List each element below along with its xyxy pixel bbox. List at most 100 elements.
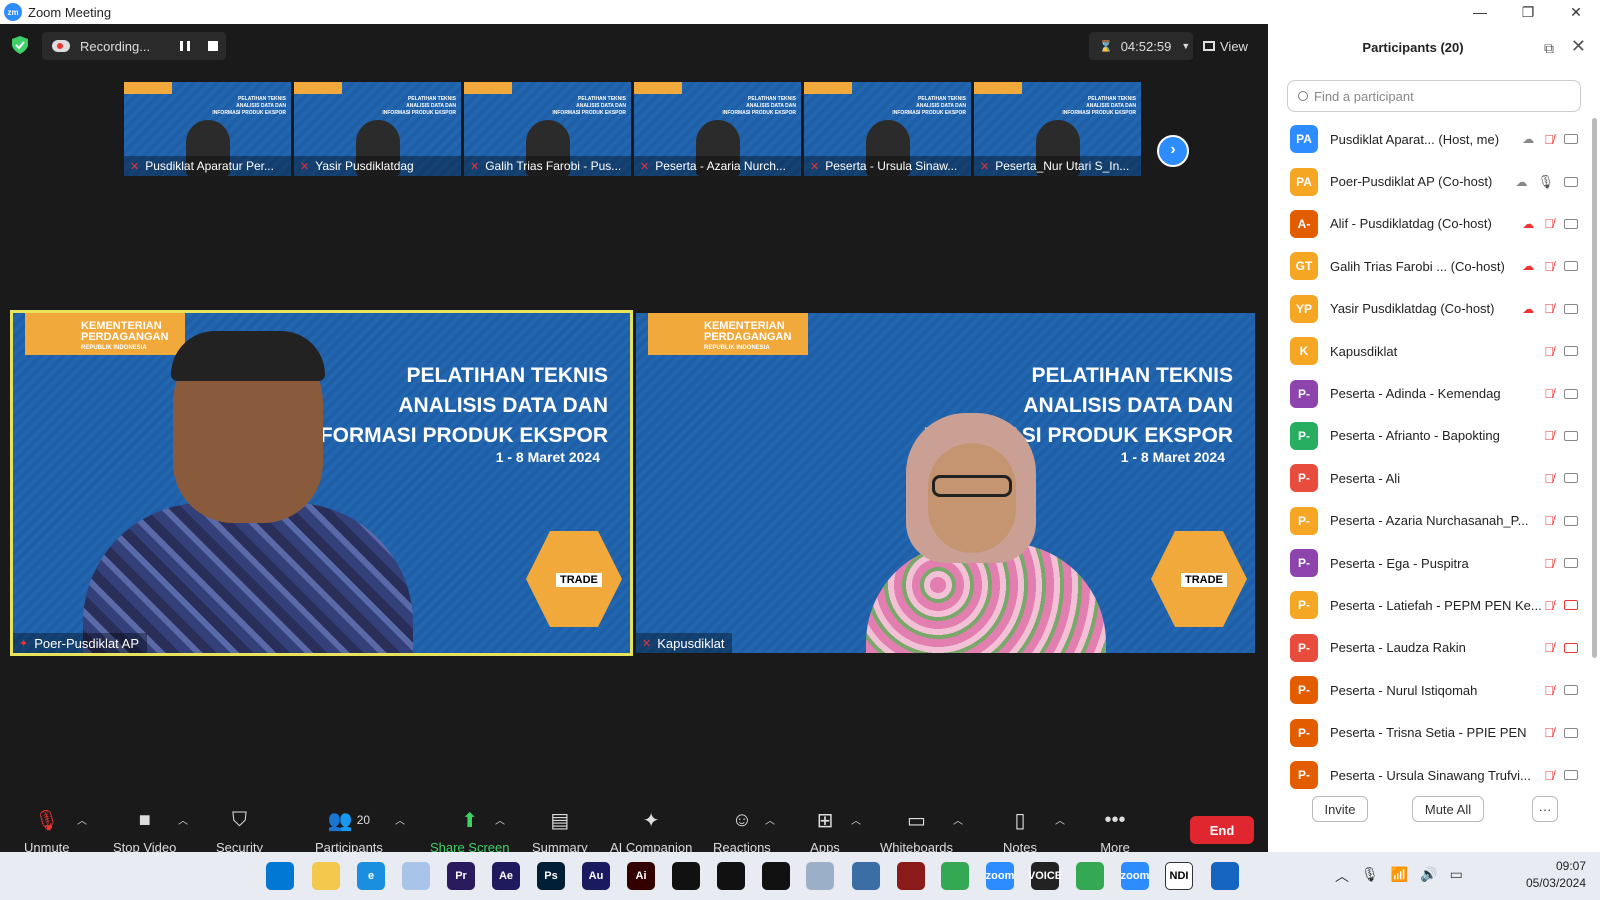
view-button[interactable]: View [1203, 32, 1257, 60]
taskbar-app-icon[interactable] [806, 862, 834, 890]
participant-row[interactable]: P- Peserta - Laudza Rakin 🎙̸ [1268, 627, 1586, 669]
video-on-icon[interactable] [1564, 134, 1578, 145]
search-input[interactable]: Find a participant [1314, 89, 1414, 104]
end-meeting-button[interactable]: End [1190, 816, 1254, 844]
participant-row[interactable]: YP Yasir Pusdiklatdag (Co-host) ☁ 🎙̸ [1268, 288, 1586, 330]
thumbnail-video-tile[interactable]: PELATIHAN TEKNIS ANALISIS DATA DAN INFORMA… [464, 82, 631, 176]
video-tile-kapusdiklat[interactable]: KEMENTERIAN PERDAGANGAN REPUBLIK INDONES… [636, 313, 1255, 653]
taskbar-app-icon[interactable] [402, 862, 430, 890]
mic-muted-icon[interactable]: 🎙̸ [1544, 386, 1554, 401]
mic-on-icon[interactable]: 🎙 [1537, 174, 1554, 190]
taskbar-app-icon[interactable] [852, 862, 880, 890]
taskbar-app-icon[interactable]: e [357, 862, 385, 890]
participant-row[interactable]: PA Pusdiklat Aparat... (Host, me) ☁ 🎙̸ [1268, 118, 1586, 160]
audio-options-caret[interactable]: ︿ [77, 812, 87, 827]
thumbnail-video-tile[interactable]: PELATIHAN TEKNIS ANALISIS DATA DAN INFORMA… [294, 82, 461, 176]
taskbar-app-icon[interactable] [672, 862, 700, 890]
mic-muted-icon[interactable]: 🎙̸ [1544, 768, 1554, 783]
wifi-icon[interactable]: 📶 [1391, 866, 1408, 886]
participant-row[interactable]: P- Peserta - Afrianto - Bapokting 🎙̸ [1268, 415, 1586, 457]
video-on-icon[interactable] [1564, 388, 1578, 399]
encryption-shield-icon[interactable] [12, 36, 28, 54]
participant-row[interactable]: A- Alif - Pusdiklatdag (Co-host) ☁ 🎙̸ [1268, 203, 1586, 245]
participants-options-caret[interactable]: ︿ [395, 812, 405, 827]
close-button[interactable]: ✕ [1552, 0, 1600, 24]
popout-icon[interactable]: ⧉ [1544, 40, 1554, 57]
video-on-icon[interactable] [1564, 261, 1578, 272]
video-on-icon[interactable] [1564, 303, 1578, 314]
whiteboards-button[interactable]: ▭ Whiteboards [880, 808, 953, 856]
mic-muted-icon[interactable]: 🎙̸ [1544, 428, 1554, 443]
video-on-icon[interactable] [1564, 176, 1578, 187]
taskbar-app-icon[interactable] [1076, 862, 1104, 890]
summary-button[interactable]: ▤ Summary [532, 808, 588, 856]
thumbnail-video-tile[interactable]: PELATIHAN TEKNIS ANALISIS DATA DAN INFORMA… [634, 82, 801, 176]
share-options-caret[interactable]: ︿ [495, 812, 505, 827]
taskbar-app-icon[interactable]: zoom [1121, 862, 1149, 890]
mic-muted-icon[interactable]: 🎙̸ [1544, 301, 1554, 316]
security-button[interactable]: ⛉ Security [216, 808, 263, 856]
taskbar-app-icon[interactable] [312, 862, 340, 890]
reactions-options-caret[interactable]: ︿ [765, 812, 775, 827]
taskbar-app-icon[interactable] [266, 862, 294, 890]
mic-muted-icon[interactable]: 🎙̸ [1544, 216, 1554, 231]
taskbar-app-icon[interactable]: NDI [1165, 862, 1193, 890]
unmute-button[interactable]: 🎙 Unmute [24, 808, 70, 856]
taskbar-app-icon[interactable]: Ai [627, 862, 655, 890]
video-on-icon[interactable] [1564, 727, 1578, 738]
taskbar-app-icon[interactable]: zoom [986, 862, 1014, 890]
mic-muted-icon[interactable]: 🎙̸ [1544, 513, 1554, 528]
participant-row[interactable]: P- Peserta - Nurul Istiqomah 🎙̸ [1268, 669, 1586, 711]
mic-muted-icon[interactable]: 🎙̸ [1544, 344, 1554, 359]
taskbar-app-icon[interactable]: Au [582, 862, 610, 890]
mic-muted-icon[interactable]: 🎙̸ [1544, 725, 1554, 740]
more-button[interactable]: ••• More [1100, 808, 1130, 856]
taskbar-app-icon[interactable] [717, 862, 745, 890]
participants-button[interactable]: 👥 20 Participants [315, 808, 383, 856]
notes-button[interactable]: ▯ Notes [1003, 808, 1037, 856]
mic-muted-icon[interactable]: 🎙̸ [1544, 556, 1554, 571]
clock[interactable]: 09:07 05/03/2024 [1526, 858, 1586, 892]
participant-search[interactable]: Find a participant [1287, 80, 1581, 112]
video-options-caret[interactable]: ︿ [178, 812, 188, 827]
meeting-timer[interactable]: ⌛ 04:52:59 ▼ [1089, 32, 1193, 60]
pause-recording-button[interactable] [180, 41, 190, 51]
mic-muted-icon[interactable]: 🎙̸ [1544, 683, 1554, 698]
mic-muted-icon[interactable]: 🎙̸ [1544, 471, 1554, 486]
taskbar-app-icon[interactable]: Ae [492, 862, 520, 890]
video-on-icon[interactable] [1564, 473, 1578, 484]
chevron-up-icon[interactable]: ︿ [1335, 866, 1349, 886]
close-panel-icon[interactable]: ✕ [1571, 36, 1586, 57]
taskbar-app-icon[interactable]: Pr [447, 862, 475, 890]
battery-icon[interactable]: ▭ [1450, 866, 1463, 886]
stop-recording-button[interactable] [208, 41, 218, 51]
reactions-button[interactable]: ☺ Reactions [713, 808, 771, 856]
video-on-icon[interactable] [1564, 346, 1578, 357]
participant-row[interactable]: P- Peserta - Latiefah - PEPM PEN Ke... 🎙… [1268, 584, 1586, 626]
microphone-icon[interactable]: 🎙 [1361, 866, 1379, 886]
more-options-button[interactable]: ··· [1532, 796, 1558, 822]
participant-list-scrollbar[interactable] [1592, 118, 1597, 658]
video-on-icon[interactable] [1564, 515, 1578, 526]
minimize-button[interactable]: — [1456, 0, 1504, 24]
participant-row[interactable]: P- Peserta - Adinda - Kemendag 🎙̸ [1268, 372, 1586, 414]
video-on-icon[interactable] [1564, 770, 1578, 781]
apps-options-caret[interactable]: ︿ [851, 812, 861, 827]
notes-options-caret[interactable]: ︿ [1055, 812, 1065, 827]
participant-row[interactable]: PA Poer-Pusdiklat AP (Co-host) ☁ 🎙 [1268, 160, 1586, 202]
taskbar-app-icon[interactable]: VOICE [1028, 862, 1062, 890]
mic-muted-icon[interactable]: 🎙̸ [1544, 598, 1554, 613]
thumbnail-video-tile[interactable]: PELATIHAN TEKNIS ANALISIS DATA DAN INFORMA… [974, 82, 1141, 176]
thumbnail-video-tile[interactable]: PELATIHAN TEKNIS ANALISIS DATA DAN INFORMA… [804, 82, 971, 176]
apps-button[interactable]: ⊞ Apps [810, 808, 840, 856]
next-page-button[interactable]: › [1157, 135, 1189, 167]
video-on-icon[interactable] [1564, 430, 1578, 441]
video-off-icon[interactable] [1564, 642, 1578, 653]
taskbar-app-icon[interactable] [941, 862, 969, 890]
taskbar-app-icon[interactable] [762, 862, 790, 890]
taskbar-app-icon[interactable] [1211, 862, 1239, 890]
participant-row[interactable]: GT Galih Trias Farobi ... (Co-host) ☁ 🎙̸ [1268, 245, 1586, 287]
video-on-icon[interactable] [1564, 685, 1578, 696]
mic-muted-icon[interactable]: 🎙̸ [1544, 132, 1554, 147]
participant-row[interactable]: P- Peserta - Trisna Setia - PPIE PEN 🎙̸ [1268, 711, 1586, 753]
